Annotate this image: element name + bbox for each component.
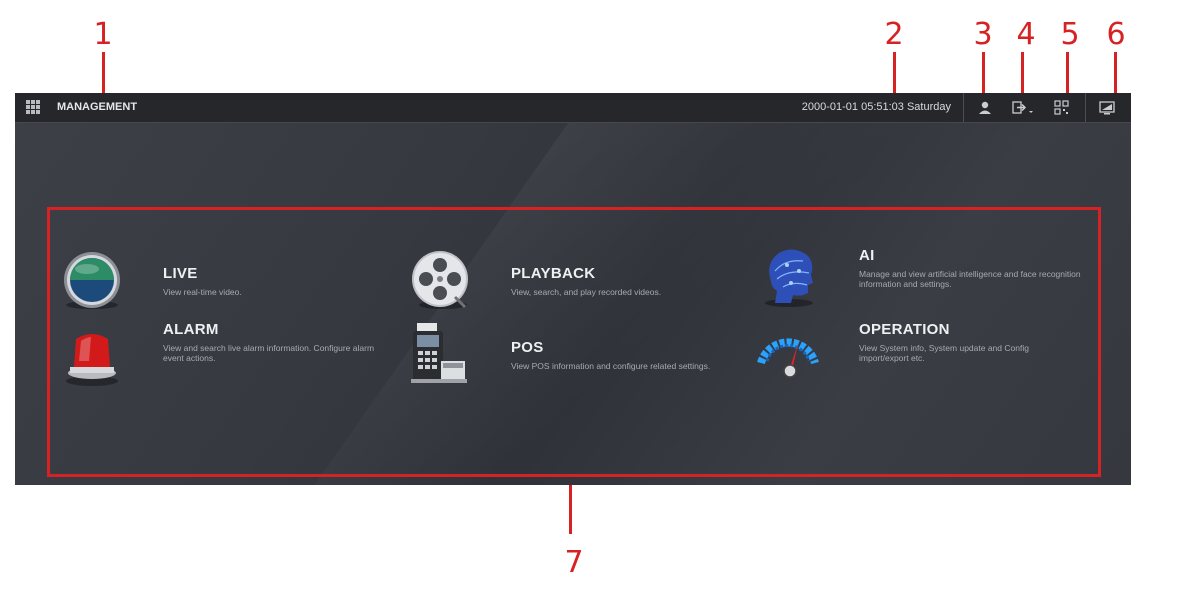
- callout-4: 4: [1016, 17, 1036, 52]
- callout-3: 3: [973, 17, 993, 52]
- user-icon[interactable]: [975, 98, 995, 118]
- logout-icon[interactable]: [1009, 98, 1037, 118]
- callout-line-4: [1021, 52, 1024, 96]
- callout-7: 7: [564, 545, 584, 580]
- callout-line-2: [893, 52, 896, 96]
- qr-code-icon[interactable]: [1052, 98, 1072, 118]
- page-title: MANAGEMENT: [57, 101, 138, 113]
- callout-line-5: [1066, 52, 1069, 96]
- divider: [1085, 93, 1086, 122]
- display-icon[interactable]: [1097, 98, 1117, 118]
- callout-line-1: [102, 52, 105, 96]
- callout-line-3: [982, 52, 985, 96]
- callout-line-6: [1114, 52, 1117, 96]
- top-bar: MANAGEMENT 2000-01-01 05:51:03 Saturday: [15, 93, 1131, 123]
- system-datetime: 2000-01-01 05:51:03 Saturday: [801, 101, 951, 113]
- callout-line-7: [569, 480, 572, 534]
- callout-5: 5: [1060, 17, 1080, 52]
- callout-6: 6: [1106, 17, 1126, 52]
- divider: [963, 93, 964, 122]
- module-area-highlight: [47, 207, 1101, 477]
- apps-grid-icon[interactable]: [26, 100, 41, 115]
- callout-1: 1: [93, 17, 113, 52]
- callout-2: 2: [884, 17, 904, 52]
